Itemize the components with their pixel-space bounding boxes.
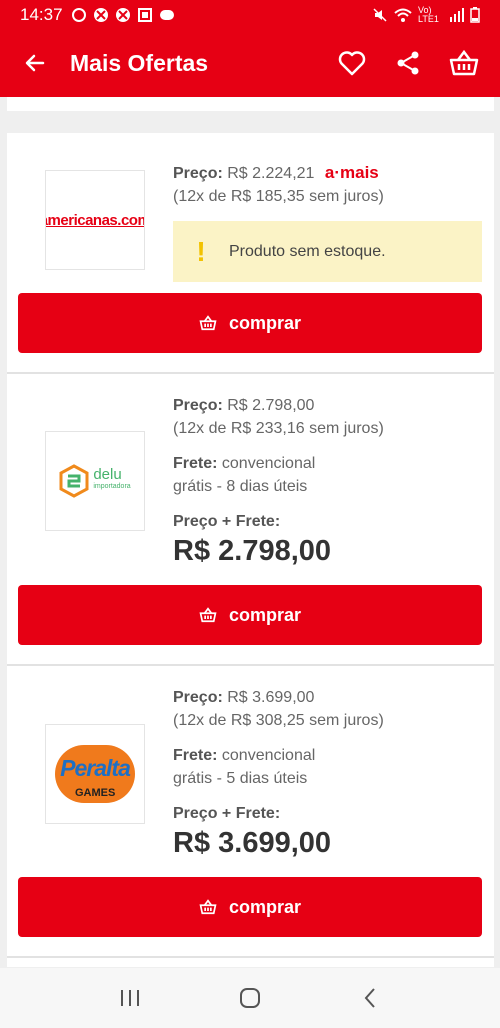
basket-icon — [199, 899, 217, 915]
shipping-label: Frete: — [173, 747, 218, 764]
price-label: Preço: — [173, 397, 223, 414]
back-button[interactable] — [0, 29, 70, 97]
warning-text: Produto sem estoque. — [229, 242, 386, 260]
shipping-type: convencional — [221, 455, 316, 472]
stock-warning: ! Produto sem estoque. — [173, 221, 482, 282]
app-bar: Mais Ofertas — [0, 29, 500, 97]
price-row: Preço: R$ 2.224,21 a·mais — [173, 161, 488, 185]
status-time: 14:37 — [20, 4, 63, 24]
seller-logo-sub: GAMES — [75, 787, 116, 799]
offer-info: Preço: R$ 2.224,21 a·mais (12x de R$ 185… — [173, 161, 488, 208]
price-value: R$ 3.699,00 — [227, 689, 315, 706]
seller-logo: americanas.com — [45, 170, 145, 270]
shipping-label: Frete: — [173, 455, 218, 472]
notification-icon — [71, 7, 86, 22]
shipping-row: Frete: convencional — [173, 744, 488, 767]
previous-card — [7, 97, 494, 111]
delu-logo-icon — [59, 464, 89, 498]
seller-logo-text: americanas.com — [45, 211, 145, 229]
back-icon — [364, 988, 375, 1008]
price-value: R$ 2.224,21 — [227, 165, 315, 182]
installments: (12x de R$ 233,16 sem juros) — [173, 420, 384, 437]
app-icon — [159, 9, 174, 20]
home-icon — [240, 988, 260, 1008]
share-icon — [397, 51, 419, 75]
system-nav-bar — [0, 968, 500, 1028]
offer-item: Peralta GAMES Preço: R$ 3.699,00 (12x de… — [7, 666, 494, 966]
offer-info: Preço: R$ 2.798,00 (12x de R$ 233,16 sem… — [173, 394, 488, 569]
shipping-time: grátis - 5 dias úteis — [173, 770, 308, 787]
seller-logo-name: delu — [93, 466, 122, 483]
offer-item: americanas.com Preço: R$ 2.224,21 a·mais… — [7, 133, 494, 374]
cart-button[interactable] — [436, 29, 492, 97]
buy-button-label: comprar — [228, 312, 302, 333]
mute-icon — [373, 7, 387, 22]
warning-icon: ! — [196, 235, 206, 267]
offers-card: americanas.com Preço: R$ 2.224,21 a·mais… — [7, 133, 494, 967]
favorite-button[interactable] — [324, 29, 380, 97]
seller-logo: Peralta GAMES — [45, 724, 145, 824]
basket-icon — [449, 49, 479, 76]
divider — [7, 956, 494, 958]
app-actions — [324, 29, 492, 97]
buy-button-label: comprar — [228, 896, 302, 917]
buy-button[interactable]: comprar — [18, 585, 482, 645]
back-arrow-icon — [25, 54, 45, 72]
home-button[interactable] — [220, 973, 280, 1023]
system-back-button[interactable] — [340, 973, 400, 1023]
price-row: Preço: R$ 2.798,00 — [173, 394, 488, 417]
price-label: Preço: — [173, 165, 223, 182]
status-bar: 14:37 Vo) LTE1 — [0, 0, 500, 29]
seller-logo-sub: importadora — [93, 483, 131, 490]
basket-icon — [199, 607, 217, 623]
total-label: Preço + Frete: — [173, 513, 281, 530]
page-title: Mais Ofertas — [70, 49, 209, 76]
buy-button[interactable]: comprar — [18, 877, 482, 937]
app-icon — [137, 7, 152, 22]
offers-list: americanas.com Preço: R$ 2.224,21 a·mais… — [0, 97, 500, 967]
notification-icons — [71, 7, 175, 23]
installments: (12x de R$ 308,25 sem juros) — [173, 712, 384, 729]
total-price: R$ 3.699,00 — [173, 827, 332, 859]
total-label: Preço + Frete: — [173, 805, 281, 822]
heart-icon — [338, 51, 366, 76]
recents-button[interactable] — [100, 973, 160, 1023]
xbox-icon — [115, 7, 130, 22]
price-value: R$ 2.798,00 — [227, 397, 315, 414]
xbox-icon — [93, 7, 108, 22]
shipping-row: Frete: convencional — [173, 452, 488, 475]
price-row: Preço: R$ 3.699,00 — [173, 686, 488, 709]
recents-icon — [121, 990, 139, 1006]
offer-info: Preço: R$ 3.699,00 (12x de R$ 308,25 sem… — [173, 686, 488, 861]
total-price: R$ 2.798,00 — [173, 535, 332, 567]
seller-logo: delu importadora — [45, 431, 145, 531]
price-label: Preço: — [173, 689, 223, 706]
buy-button-label: comprar — [228, 604, 302, 625]
share-button[interactable] — [380, 29, 436, 97]
buy-button[interactable]: comprar — [18, 293, 482, 353]
shipping-time: grátis - 8 dias úteis — [173, 478, 308, 495]
installments: (12x de R$ 185,35 sem juros) — [173, 188, 384, 205]
signal-icon — [450, 7, 464, 22]
shipping-type: convencional — [221, 747, 316, 764]
offer-item: delu importadora Preço: R$ 2.798,00 (12x… — [7, 374, 494, 666]
basket-icon — [199, 315, 217, 331]
seller-logo-name: Peralta — [60, 755, 131, 781]
battery-icon — [470, 6, 480, 23]
system-icons: Vo) LTE1 — [372, 4, 480, 24]
wifi-icon — [394, 8, 412, 22]
network-label: Vo) LTE1 — [418, 4, 439, 24]
amais-badge: a·mais — [324, 163, 379, 182]
